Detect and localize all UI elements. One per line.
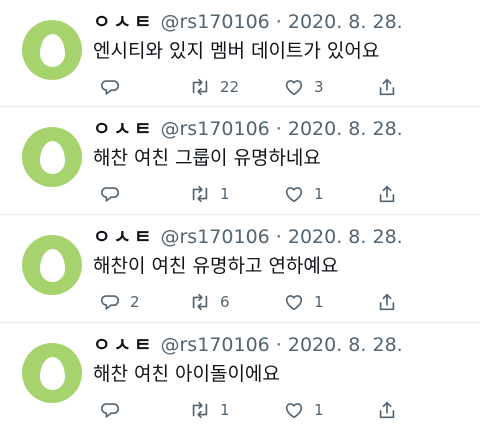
retweet-icon [192,78,208,96]
reply-icon [100,403,120,418]
display-name[interactable]: ㅇㅅㅌ [93,11,154,33]
heart-icon [285,295,303,311]
like-button[interactable]: 1 [283,397,324,423]
tweet-text: 엔시티와 있지 멤버 데이트가 있어요 [93,40,380,62]
tweet-actions: 1 1 [93,397,453,423]
avatar[interactable] [22,20,82,80]
heart-icon [285,187,303,203]
egg-icon [39,356,65,390]
like-button[interactable]: 1 [283,181,324,207]
tweet-divider [0,106,480,107]
reply-count: 2 [130,293,140,311]
reply-icon [100,295,120,310]
tweet[interactable]: ㅇㅅㅌ @rs170106 · 2020. 8. 28. 해찬이 여친 유명하고… [0,215,480,322]
share-icon [379,78,395,96]
display-name[interactable]: ㅇㅅㅌ [93,226,154,248]
retweet-count: 6 [220,293,230,311]
tweet-divider [0,322,480,323]
share-icon [379,293,395,311]
share-button[interactable] [376,181,398,207]
egg-icon [39,140,65,174]
share-icon [379,401,395,419]
timestamp[interactable]: · 2020. 8. 28. [276,118,403,140]
display-name[interactable]: ㅇㅅㅌ [93,334,154,356]
tweet-divider [0,214,480,215]
avatar[interactable] [22,343,82,403]
handle[interactable]: @rs170106 [161,11,270,33]
reply-icon [100,80,120,95]
tweet-text: 해찬 여친 아이돌이에요 [93,363,280,385]
tweet-header: ㅇㅅㅌ @rs170106 · 2020. 8. 28. [93,333,403,357]
handle[interactable]: @rs170106 [161,226,270,248]
display-name[interactable]: ㅇㅅㅌ [93,118,154,140]
retweet-button[interactable]: 1 [189,181,230,207]
heart-icon [285,403,303,419]
reply-button[interactable] [99,74,130,100]
reply-button[interactable]: 2 [99,289,140,315]
reply-button[interactable] [99,397,130,423]
retweet-icon [192,401,208,419]
timestamp[interactable]: · 2020. 8. 28. [276,11,403,33]
retweet-count: 1 [220,185,230,203]
tweet[interactable]: ㅇㅅㅌ @rs170106 · 2020. 8. 28. 엔시티와 있지 멤버 … [0,0,480,107]
egg-icon [39,248,65,282]
avatar[interactable] [22,235,82,295]
retweet-count: 22 [220,78,240,96]
share-button[interactable] [376,289,398,315]
retweet-icon [192,293,208,311]
like-count: 1 [314,293,324,311]
heart-icon [285,80,303,96]
tweet[interactable]: ㅇㅅㅌ @rs170106 · 2020. 8. 28. 해찬 여친 아이돌이에… [0,323,480,430]
share-button[interactable] [376,397,398,423]
like-count: 1 [314,401,324,419]
reply-icon [100,187,120,202]
tweet-text: 해찬 여친 그룹이 유명하네요 [93,147,321,169]
egg-icon [39,33,65,67]
like-button[interactable]: 1 [283,289,324,315]
reply-button[interactable] [99,181,130,207]
retweet-count: 1 [220,401,230,419]
tweet[interactable]: ㅇㅅㅌ @rs170106 · 2020. 8. 28. 해찬 여친 그룹이 유… [0,107,480,214]
timestamp[interactable]: · 2020. 8. 28. [276,334,403,356]
tweet-header: ㅇㅅㅌ @rs170106 · 2020. 8. 28. [93,117,403,141]
share-button[interactable] [376,74,398,100]
tweet-actions: 1 1 [93,181,453,207]
like-button[interactable]: 3 [283,74,324,100]
tweet-header: ㅇㅅㅌ @rs170106 · 2020. 8. 28. [93,225,403,249]
share-icon [379,185,395,203]
like-count: 3 [314,78,324,96]
handle[interactable]: @rs170106 [161,334,270,356]
tweet-actions: 22 3 [93,74,453,100]
tweet-text: 해찬이 여친 유명하고 연하예요 [93,255,339,277]
retweet-icon [192,185,208,203]
handle[interactable]: @rs170106 [161,118,270,140]
timestamp[interactable]: · 2020. 8. 28. [276,226,403,248]
like-count: 1 [314,185,324,203]
tweet-header: ㅇㅅㅌ @rs170106 · 2020. 8. 28. [93,10,403,34]
avatar[interactable] [22,127,82,187]
retweet-button[interactable]: 22 [189,74,239,100]
retweet-button[interactable]: 6 [189,289,230,315]
tweet-actions: 2 6 1 [93,289,453,315]
retweet-button[interactable]: 1 [189,397,230,423]
